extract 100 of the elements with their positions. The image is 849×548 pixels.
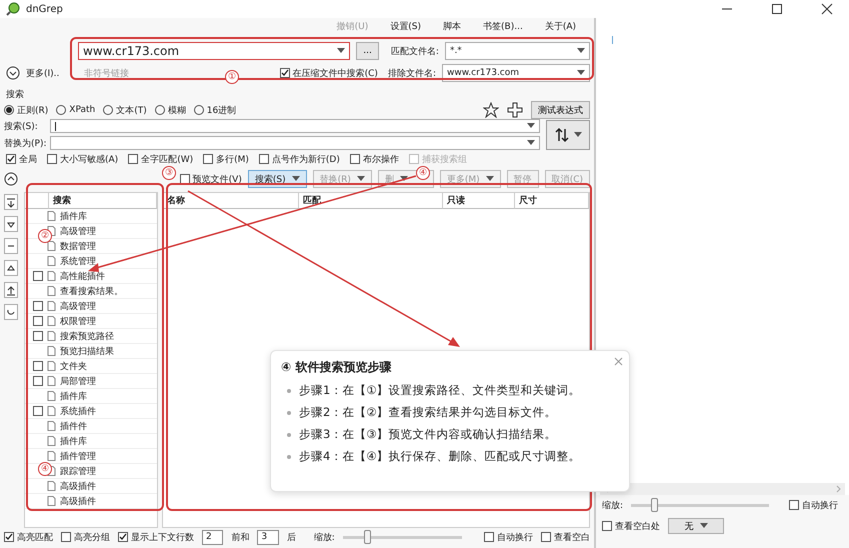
checkbox[interactable] (118, 532, 128, 542)
path-combo[interactable]: www.cr173.com (78, 42, 350, 60)
tree-item[interactable]: 插件库 (25, 209, 157, 224)
checkbox[interactable] (4, 532, 14, 542)
exclude-label: 排除文件名: (388, 68, 436, 80)
collapse-icon[interactable] (4, 172, 18, 186)
tree-item[interactable]: 搜索预览路径 (25, 329, 157, 344)
expand-icon[interactable] (6, 66, 20, 80)
after-field[interactable]: 3 (257, 530, 279, 544)
bullet-icon (287, 454, 291, 458)
section-title: 搜索 (5, 88, 25, 101)
horizontal-scrollbar[interactable] (600, 483, 845, 495)
browse-button[interactable]: ... (356, 42, 379, 60)
radio-button[interactable] (56, 105, 66, 115)
step-text: 步骤3：在【③】预览文件内容或确认扫描结果。 (299, 427, 557, 442)
tree-item[interactable]: 高级管理 (25, 299, 157, 314)
checkbox[interactable] (280, 68, 290, 78)
before-field[interactable]: 2 (202, 530, 224, 544)
checkbox[interactable] (33, 376, 43, 386)
column-header[interactable]: 名称 (163, 193, 299, 209)
toolbar-button[interactable] (4, 194, 18, 210)
tree-item[interactable]: 高级插件 (25, 479, 157, 494)
group-label: 高亮分组 (74, 532, 110, 544)
toolbar-button[interactable] (4, 304, 18, 320)
checkbox[interactable] (258, 154, 269, 164)
caret-icon (577, 48, 585, 54)
caret-icon (527, 140, 535, 146)
replace-field[interactable] (50, 136, 540, 150)
toolbar-button[interactable] (4, 216, 18, 232)
tree-item[interactable]: 插件库 (25, 389, 157, 404)
checkbox[interactable] (602, 521, 612, 531)
checkbox[interactable] (33, 361, 43, 371)
checkbox[interactable] (484, 532, 494, 542)
option-label: 大小写敏感(A) (60, 154, 118, 166)
radio-button[interactable] (4, 105, 14, 115)
tree-item[interactable]: 权限管理 (25, 314, 157, 329)
checkbox[interactable] (541, 532, 551, 542)
highlighter-dropdown[interactable]: 无 (668, 518, 724, 534)
bullet-icon (287, 388, 291, 392)
checkbox[interactable] (203, 154, 214, 164)
toolbar-button[interactable] (4, 260, 18, 276)
caret-icon (337, 48, 346, 54)
mode-label: 正则(R) (17, 104, 48, 116)
bullet-icon (287, 432, 291, 436)
context-label: 显示上下文行数 (131, 532, 194, 544)
slider-thumb[interactable] (650, 498, 658, 512)
checkbox[interactable] (6, 154, 16, 164)
radio-button[interactable] (154, 105, 165, 115)
checkbox[interactable] (33, 316, 43, 326)
include-label: 匹配文件名: (390, 46, 439, 58)
toolbar-button[interactable] (4, 238, 18, 254)
plus-icon[interactable] (507, 102, 523, 118)
magnifier-icon (6, 2, 20, 16)
test-expression-button[interactable]: 测试表达式 (531, 101, 590, 119)
option-label: 全局 (19, 154, 37, 166)
menu-item[interactable]: 脚本 (443, 20, 462, 32)
swap-arrows-icon (554, 126, 570, 142)
checkbox[interactable] (33, 331, 43, 341)
tree-item[interactable]: 插件库 (25, 434, 157, 449)
replace-label: 替换为(P): (4, 138, 44, 150)
swap-button[interactable] (546, 120, 590, 150)
tree-item[interactable]: 预览扫描结果 (25, 344, 157, 359)
step-text: 步骤1：在【①】设置搜索路径、文件类型和关键词。 (299, 383, 581, 398)
tree-item[interactable]: 局部管理 (25, 374, 157, 389)
checkbox[interactable] (789, 500, 800, 510)
column-header[interactable]: 只读 (443, 193, 515, 209)
column-header[interactable]: 尺寸 (515, 193, 589, 209)
tree-item[interactable]: 系统插件 (25, 404, 157, 419)
checkbox[interactable] (128, 154, 138, 164)
checkbox[interactable] (33, 301, 43, 311)
radio-button[interactable] (103, 105, 114, 115)
toolbar-button[interactable] (4, 282, 18, 298)
tree-item[interactable]: 插件管理 (25, 449, 157, 464)
archive-label: 在压缩文件中搜索(C) (292, 68, 378, 80)
tree-item[interactable]: 文件夹 (25, 359, 157, 374)
checkbox[interactable] (47, 154, 57, 164)
window-title: dnGrep (26, 4, 64, 14)
star-icon[interactable] (483, 102, 499, 118)
whitespace-label: 查看空白处 (615, 520, 660, 532)
tree-item[interactable]: 插件件 (25, 419, 157, 434)
checkbox[interactable] (180, 174, 190, 184)
tree-item[interactable]: 高性能插件 (25, 269, 157, 284)
zoom-label: 缩放: (602, 500, 624, 512)
bullet-icon (287, 410, 291, 414)
header-cell: 搜索 (49, 193, 157, 209)
tree-item[interactable]: 高级插件 (25, 494, 157, 509)
tree-item[interactable]: 查看搜索结果。 (25, 284, 157, 299)
menu-item[interactable]: 设置(S) (390, 20, 422, 32)
include-combo[interactable]: *.* (444, 42, 590, 60)
menu-item[interactable]: 关于(A) (544, 20, 576, 32)
slider-thumb[interactable] (364, 530, 371, 544)
menu-item[interactable]: 书签(B)... (483, 20, 523, 32)
checkbox[interactable] (61, 532, 71, 542)
checkbox[interactable] (33, 406, 43, 416)
more-link[interactable]: 更多(I).. (26, 66, 78, 80)
checkbox[interactable] (33, 271, 43, 281)
checkbox[interactable] (350, 154, 360, 164)
caret-icon (574, 132, 582, 138)
radio-button[interactable] (194, 105, 204, 115)
search-field[interactable] (50, 119, 540, 133)
